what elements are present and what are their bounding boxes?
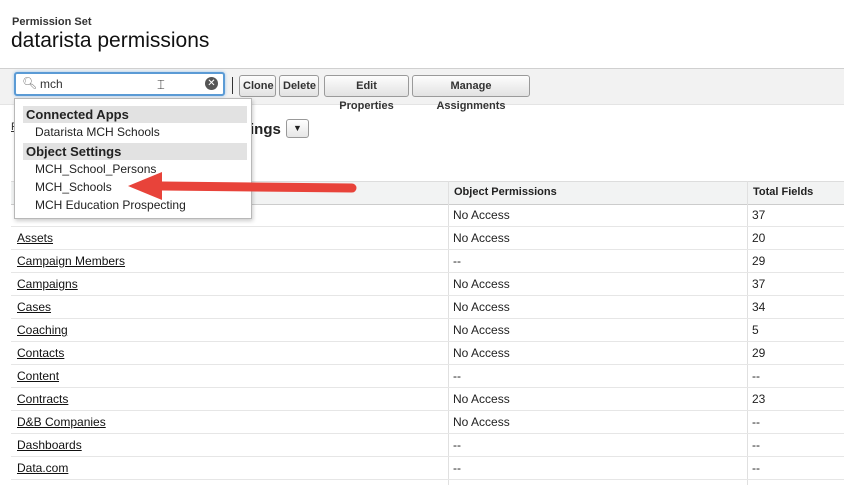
group-header-connected-apps: Connected Apps [23, 106, 247, 123]
object-name-link[interactable]: Campaigns [17, 277, 78, 291]
delete-button[interactable]: Delete [279, 75, 319, 97]
table-row: Contacts No Access 29 [11, 341, 844, 365]
object-permission-value: -- [453, 438, 461, 452]
object-permission-value: No Access [453, 231, 510, 245]
object-name-link[interactable]: Dashboards [17, 438, 82, 452]
table-row: Dashboards -- -- [11, 433, 844, 457]
object-name-link[interactable]: Assets [17, 231, 53, 245]
object-name-link[interactable]: D&B Companies [17, 415, 106, 429]
total-fields-value: 5 [752, 323, 759, 337]
object-name-link[interactable]: Content [17, 369, 59, 383]
table-row: D&B Companies No Access -- [11, 410, 844, 434]
table-row: Campaigns No Access 37 [11, 272, 844, 296]
total-fields-value: 23 [752, 392, 766, 406]
object-permission-value: No Access [453, 208, 510, 222]
table-row: Data.com -- -- [11, 456, 844, 480]
object-permission-value: No Access [453, 392, 510, 406]
search-icon: 🔍︎ [22, 76, 38, 90]
total-fields-value: 29 [752, 346, 766, 360]
object-permission-value: No Access [453, 323, 510, 337]
dropdown-option[interactable]: MCH Education Prospecting [35, 198, 186, 212]
object-permission-value: No Access [453, 346, 510, 360]
total-fields-value: 37 [752, 208, 766, 222]
column-object-permissions: Object Permissions [454, 186, 557, 198]
table-row: Content -- -- [11, 364, 844, 388]
table-row: Contracts No Access 23 [11, 387, 844, 411]
dropdown-option-mch-schools[interactable]: MCH_Schools [35, 180, 112, 194]
object-name-link[interactable]: Campaign Members [17, 254, 125, 268]
column-total-fields: Total Fields [753, 186, 814, 198]
object-name-link[interactable]: Coaching [17, 323, 68, 337]
clear-search-icon[interactable]: ✕ [205, 77, 218, 90]
search-box[interactable]: 🔍︎ ⌶ ✕ [14, 72, 225, 96]
chevron-down-icon: ▼ [293, 123, 302, 133]
total-fields-value: -- [752, 369, 760, 383]
search-input[interactable] [40, 76, 160, 92]
total-fields-value: -- [752, 461, 760, 475]
section-dropdown-button[interactable]: ▼ [286, 119, 309, 138]
table-row: Campaign Members -- 29 [11, 249, 844, 273]
object-permission-value: No Access [453, 415, 510, 429]
section-title-partial: ings [250, 121, 281, 138]
permission-set-label: Permission Set [12, 16, 92, 28]
object-name-link[interactable]: Contacts [17, 346, 64, 360]
total-fields-value: 37 [752, 277, 766, 291]
page-title: datarista permissions [11, 29, 210, 52]
text-cursor-icon: ⌶ [157, 77, 165, 92]
object-permission-value: -- [453, 369, 461, 383]
toolbar-separator [232, 77, 233, 94]
table-row: Cases No Access 34 [11, 295, 844, 319]
object-name-link[interactable]: Contracts [17, 392, 68, 406]
table-row: Coaching No Access 5 [11, 318, 844, 342]
edit-properties-button[interactable]: Edit Properties [324, 75, 409, 112]
total-fields-value: -- [752, 438, 760, 452]
total-fields-value: 34 [752, 300, 766, 314]
search-results-dropdown: Connected Apps Datarista MCH Schools Obj… [14, 98, 252, 219]
object-permission-value: -- [453, 461, 461, 475]
total-fields-value: 20 [752, 231, 766, 245]
object-permission-value: -- [453, 254, 461, 268]
dropdown-option[interactable]: Datarista MCH Schools [35, 125, 160, 139]
object-permission-value: No Access [453, 277, 510, 291]
object-permission-value: No Access [453, 300, 510, 314]
object-name-link[interactable]: Cases [17, 300, 51, 314]
group-header-object-settings: Object Settings [23, 143, 247, 160]
total-fields-value: 29 [752, 254, 766, 268]
manage-assignments-button[interactable]: Manage Assignments [412, 75, 530, 112]
total-fields-value: -- [752, 415, 760, 429]
object-name-link[interactable]: Data.com [17, 461, 68, 475]
dropdown-option[interactable]: MCH_School_Persons [35, 162, 156, 176]
table-row: Assets No Access 20 [11, 226, 844, 250]
clone-button[interactable]: Clone [239, 75, 276, 97]
